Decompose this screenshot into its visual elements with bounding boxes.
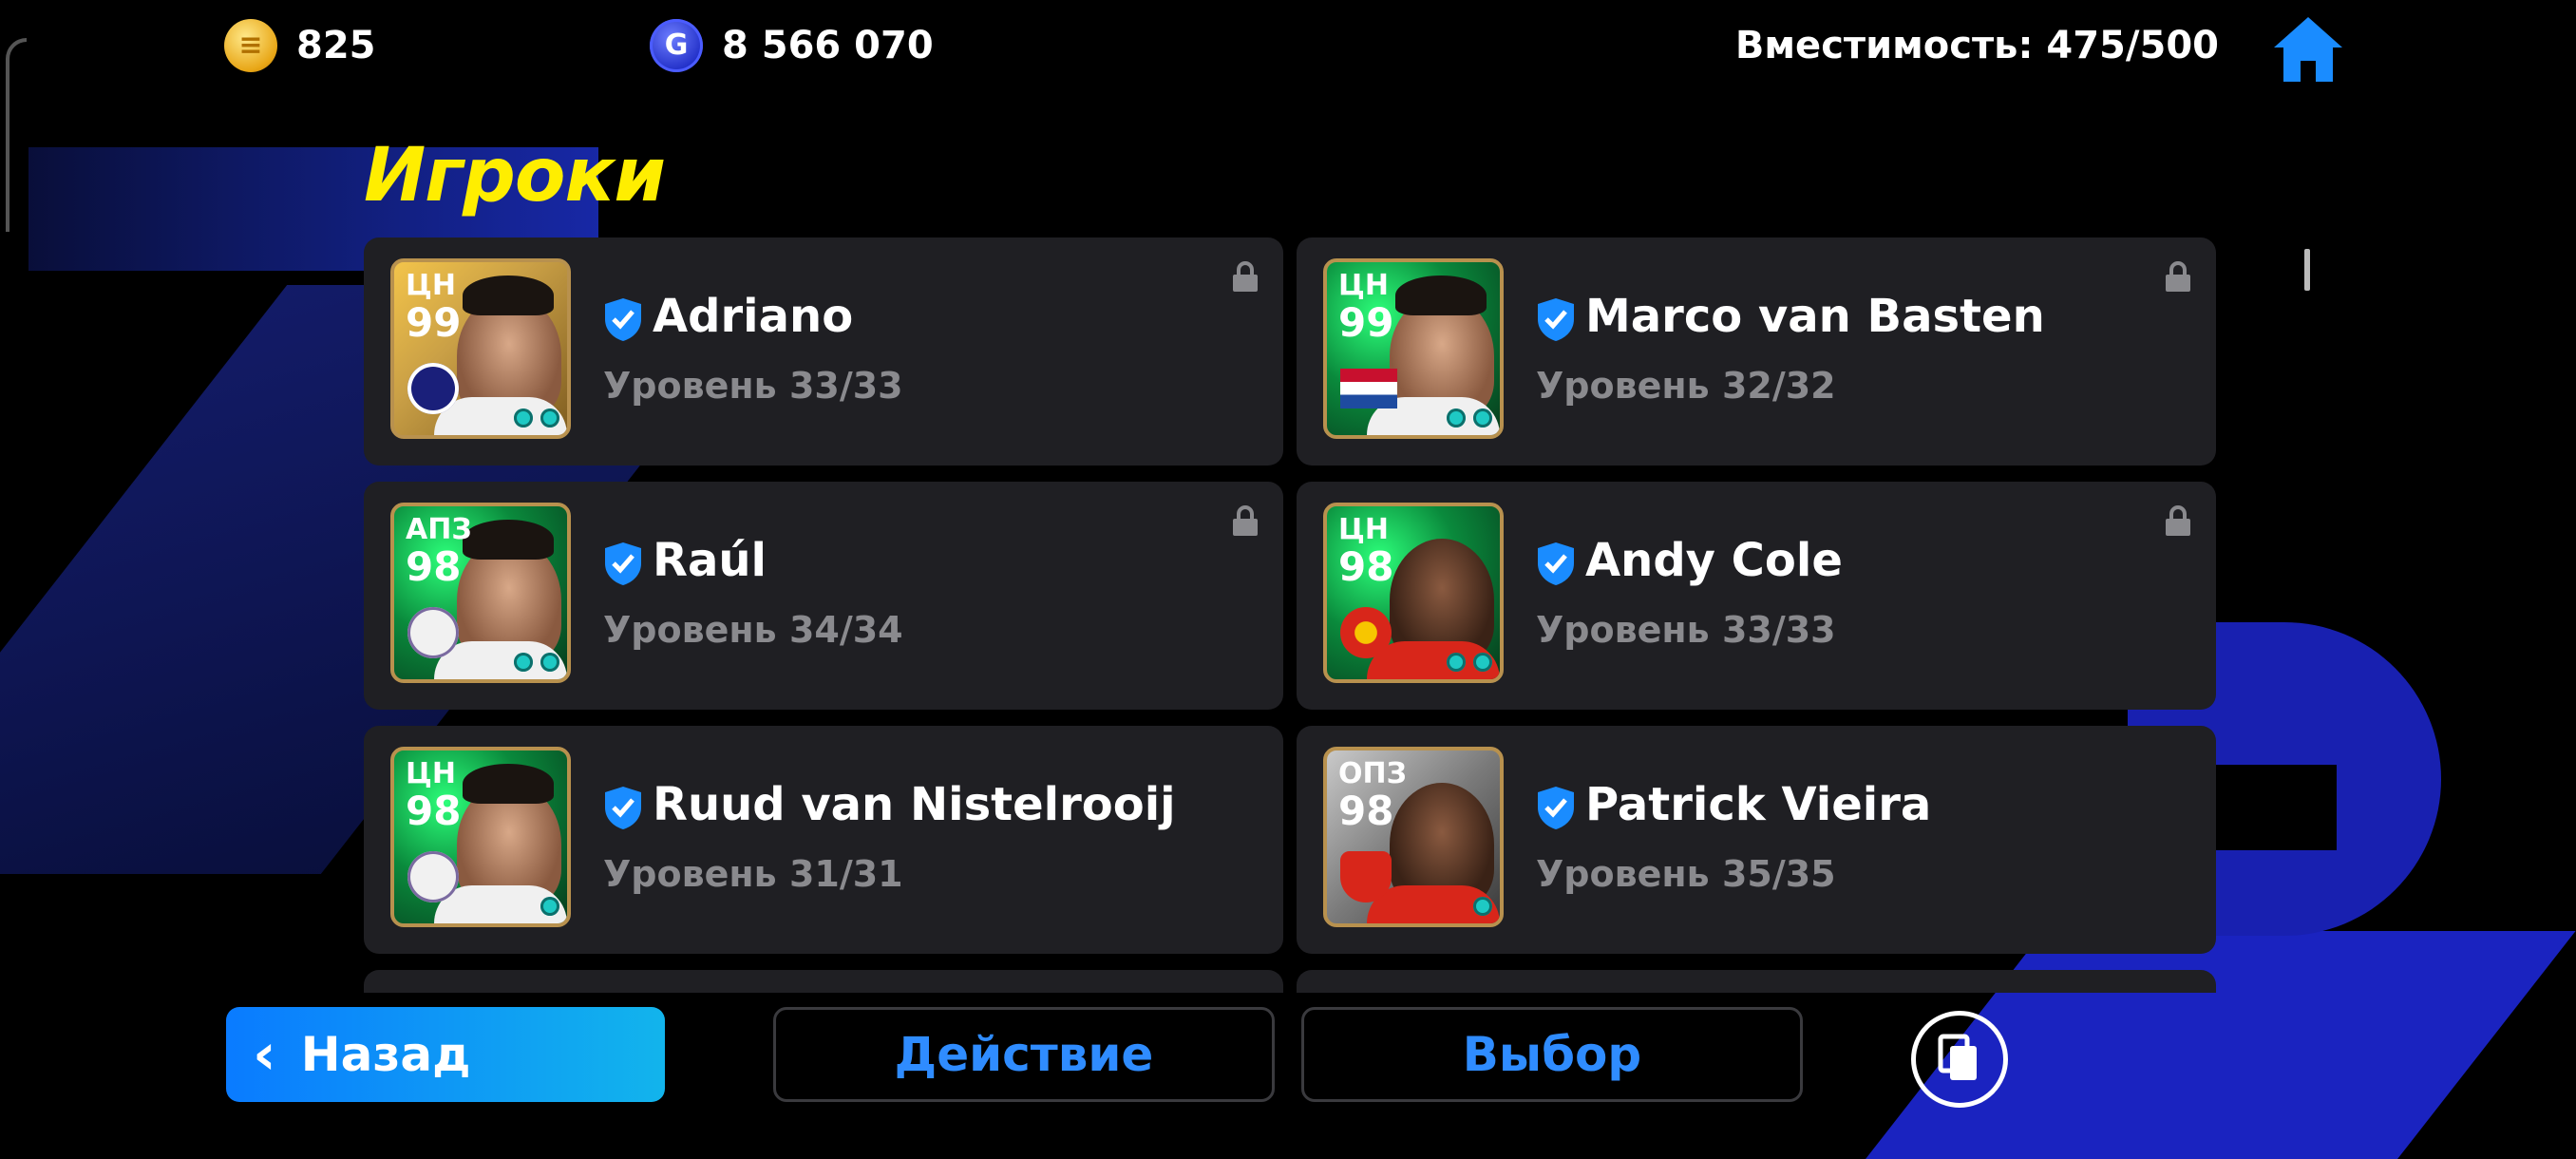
player-hair — [463, 276, 554, 315]
player-name: Andy Cole — [1585, 534, 1843, 587]
player-hair — [1395, 276, 1487, 315]
player-card[interactable]: ЦН 98 Ruud van Nistelrooij Уровень 31/31 — [364, 726, 1283, 954]
coin-balance: 825 — [296, 24, 376, 67]
player-card-partial[interactable] — [1297, 970, 2216, 993]
skill-icons — [464, 897, 559, 918]
copy-icon — [1938, 1034, 1977, 1080]
verified-shield-icon — [1538, 787, 1574, 829]
player-level: Уровень 34/34 — [603, 609, 903, 651]
chevron-left-icon: ‹ — [253, 1021, 276, 1088]
verified-shield-icon — [605, 298, 641, 341]
player-card[interactable]: ЦН 98 Andy Cole Уровень 33/33 — [1297, 482, 2216, 710]
player-card[interactable]: ОПЗ 98 Patrick Vieira Уровень 35/35 — [1297, 726, 2216, 954]
player-position: ЦН — [406, 269, 456, 302]
player-level: Уровень 35/35 — [1536, 853, 1836, 895]
verified-shield-icon — [1538, 542, 1574, 585]
action-button[interactable]: Действие — [773, 1007, 1275, 1102]
club-badge-icon — [1340, 851, 1392, 902]
club-badge-icon — [1340, 607, 1392, 658]
player-rating: 98 — [406, 543, 462, 590]
skill-icons — [1397, 653, 1492, 674]
verified-shield-icon — [1538, 298, 1574, 341]
player-card[interactable]: ЦН 99 Adriano Уровень 33/33 — [364, 238, 1283, 466]
player-level: Уровень 31/31 — [603, 853, 903, 895]
page-title: Игроки — [364, 133, 666, 218]
flag-icon — [1340, 369, 1397, 408]
player-rating: 98 — [1338, 788, 1394, 834]
player-rating: 99 — [1338, 299, 1394, 346]
player-level: Уровень 32/32 — [1536, 365, 1836, 407]
top-bar: 825 8 566 070 Вместимость: 475/500 — [0, 0, 2576, 95]
player-position: ОПЗ — [1338, 757, 1407, 790]
player-avatar: АПЗ 98 — [390, 503, 571, 683]
player-card[interactable]: АПЗ 98 Raúl Уровень 34/34 — [364, 482, 1283, 710]
player-card-partial[interactable] — [364, 970, 1283, 993]
player-name: Adriano — [653, 290, 854, 343]
home-icon[interactable] — [2270, 13, 2346, 86]
player-hair — [463, 520, 554, 560]
back-button-label: Назад — [300, 1027, 471, 1082]
player-card[interactable]: ЦН 99 Marco van Basten Уровень 32/32 — [1297, 238, 2216, 466]
player-list: ЦН 99 Adriano Уровень 33/33 ЦН 99 Marco … — [364, 238, 2216, 993]
capacity-label: Вместимость: 475/500 — [1734, 24, 2219, 67]
player-avatar: ЦН 98 — [1323, 503, 1504, 683]
player-avatar: ЦН 99 — [390, 258, 571, 439]
gp-icon — [650, 19, 703, 72]
scrollbar[interactable] — [2304, 249, 2310, 291]
lock-icon — [1233, 505, 1258, 536]
lock-icon — [1233, 261, 1258, 292]
skill-icons — [1397, 408, 1492, 429]
player-name: Ruud van Nistelrooij — [653, 778, 1176, 831]
player-level: Уровень 33/33 — [1536, 609, 1836, 651]
player-rating: 99 — [406, 299, 462, 346]
player-avatar: ЦН 98 — [390, 747, 571, 927]
player-position: ЦН — [406, 757, 456, 790]
player-position: ЦН — [1338, 269, 1389, 302]
club-badge-icon — [407, 607, 459, 658]
skill-icons — [1397, 897, 1492, 918]
lock-icon — [2166, 261, 2190, 292]
player-hair — [463, 764, 554, 804]
player-position: ЦН — [1338, 513, 1389, 546]
copy-button[interactable] — [1911, 1011, 2008, 1108]
player-name: Raúl — [653, 534, 767, 587]
player-level: Уровень 33/33 — [603, 365, 903, 407]
select-button[interactable]: Выбор — [1301, 1007, 1803, 1102]
skill-icons — [464, 653, 559, 674]
skill-icons — [464, 408, 559, 429]
select-button-label: Выбор — [1462, 1027, 1642, 1082]
player-name: Marco van Basten — [1585, 290, 2045, 343]
lock-icon — [2166, 505, 2190, 536]
player-rating: 98 — [406, 788, 462, 834]
player-avatar: ЦН 99 — [1323, 258, 1504, 439]
player-rating: 98 — [1338, 543, 1394, 590]
verified-shield-icon — [605, 542, 641, 585]
club-badge-icon — [407, 851, 459, 902]
action-button-label: Действие — [894, 1027, 1154, 1082]
player-position: АПЗ — [406, 513, 472, 546]
player-avatar: ОПЗ 98 — [1323, 747, 1504, 927]
club-badge-icon — [407, 363, 459, 414]
player-name: Patrick Vieira — [1585, 778, 1932, 831]
gp-balance: 8 566 070 — [722, 24, 934, 67]
back-button[interactable]: ‹ Назад — [226, 1007, 665, 1102]
ecoin-icon — [224, 19, 277, 72]
verified-shield-icon — [605, 787, 641, 829]
